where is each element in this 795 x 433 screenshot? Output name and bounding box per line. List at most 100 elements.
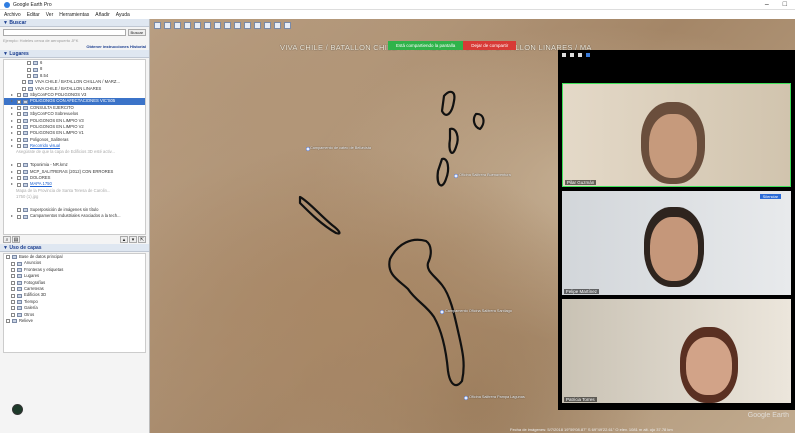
places-tree-item[interactable]: ▸ Campamentos Industriales Asociados a la… bbox=[4, 213, 145, 219]
places-tree-label: Campamentos Industriales Asociados a la … bbox=[30, 213, 121, 219]
checkbox[interactable] bbox=[17, 112, 21, 117]
video-toolbar bbox=[558, 50, 795, 60]
participant-name: Felipe Martínez bbox=[564, 289, 600, 294]
file-icon bbox=[33, 73, 38, 78]
checkbox[interactable] bbox=[11, 287, 15, 292]
menu-item[interactable]: Ver bbox=[46, 12, 54, 18]
map-view[interactable]: VIVA CHILE / BATALLON CHILLAN / MARZO VI… bbox=[150, 19, 795, 433]
checkbox[interactable] bbox=[11, 293, 15, 298]
expand-arrow-icon[interactable]: ▸ bbox=[11, 143, 15, 149]
checkbox[interactable] bbox=[11, 280, 15, 285]
checkbox[interactable] bbox=[17, 125, 21, 130]
checkbox[interactable] bbox=[22, 86, 26, 91]
places-panel-header[interactable]: ▼ Lugares bbox=[0, 50, 149, 58]
checkbox[interactable] bbox=[22, 80, 26, 85]
sharing-status: Está compartiendo la pantalla bbox=[388, 41, 464, 50]
places-tree-label: Asegúrate de que la capa de Edificios 3D… bbox=[16, 149, 115, 155]
minimize-button[interactable]: – bbox=[765, 0, 769, 10]
file-icon bbox=[23, 208, 28, 213]
minimize-video-icon[interactable] bbox=[562, 53, 566, 57]
layer-icon bbox=[12, 255, 17, 260]
checkbox[interactable] bbox=[11, 306, 15, 311]
view-options-icon[interactable] bbox=[586, 53, 590, 57]
gallery-view-icon[interactable] bbox=[570, 53, 574, 57]
down-arrow-icon[interactable]: ▾ bbox=[129, 236, 137, 243]
file-icon bbox=[33, 61, 38, 66]
pin-icon bbox=[28, 80, 33, 85]
checkbox[interactable] bbox=[17, 118, 21, 123]
checkbox[interactable] bbox=[17, 176, 21, 181]
expand-icon[interactable]: ⇱ bbox=[138, 236, 146, 243]
menu-item[interactable]: Añadir bbox=[95, 12, 109, 18]
checkbox[interactable] bbox=[11, 267, 15, 272]
folder-icon bbox=[23, 105, 28, 110]
search-input[interactable] bbox=[3, 29, 126, 36]
layer-icon bbox=[17, 261, 22, 266]
maximize-button[interactable]: □ bbox=[783, 0, 787, 10]
folder-icon bbox=[23, 131, 28, 136]
menu-item[interactable]: Archivo bbox=[4, 12, 21, 18]
search-links[interactable]: Obtener instrucciones Historial bbox=[0, 43, 149, 50]
folder-icon bbox=[23, 137, 28, 142]
layers-tree-item[interactable]: Relieve bbox=[4, 318, 145, 324]
participant-tile[interactable]: Pilar Guzmán bbox=[562, 83, 791, 187]
layers-tree-label: Relieve bbox=[19, 317, 33, 323]
layer-icon bbox=[17, 267, 22, 272]
checkbox[interactable] bbox=[17, 214, 21, 219]
layer-icon bbox=[17, 312, 22, 317]
layer-icon bbox=[17, 280, 22, 285]
place-label-4[interactable]: Oficina Salitrera Pampa Lagunas bbox=[469, 395, 525, 399]
checkbox[interactable] bbox=[11, 261, 15, 266]
folder-icon bbox=[23, 144, 28, 149]
places-tree[interactable]: 6 8 8.54 VIVA CHILE / BATALLON CHILLAN / MA… bbox=[3, 59, 146, 235]
checkbox[interactable] bbox=[27, 67, 31, 72]
menu-item[interactable]: Herramientas bbox=[59, 12, 89, 18]
menu-item[interactable]: Editar bbox=[27, 12, 40, 18]
stop-sharing-button[interactable]: Dejar de compartir bbox=[463, 41, 517, 50]
place-label-3[interactable]: Campamento Oficina Salitrera Santiago bbox=[445, 309, 512, 313]
expand-arrow-icon[interactable]: ▸ bbox=[11, 181, 15, 187]
checkbox[interactable] bbox=[11, 274, 15, 279]
checkbox[interactable] bbox=[17, 93, 21, 98]
navigation-button[interactable] bbox=[12, 404, 23, 415]
checkbox[interactable] bbox=[11, 312, 15, 317]
checkbox[interactable] bbox=[17, 169, 21, 174]
search-button[interactable]: Buscar bbox=[127, 29, 146, 36]
folder-icon bbox=[23, 169, 28, 174]
title-bar: Google Earth Pro – □ bbox=[0, 0, 795, 10]
place-marker-3 bbox=[439, 309, 445, 315]
layers-tree[interactable]: Base de datos principal Anuncios Fronteras… bbox=[3, 253, 146, 353]
layer-icon bbox=[12, 319, 17, 324]
checkbox[interactable] bbox=[17, 131, 21, 136]
search-places-icon[interactable]: ⌕ bbox=[3, 236, 11, 243]
polygon-mid bbox=[448, 127, 459, 155]
participant-tile[interactable]: Patricia Torres bbox=[562, 299, 791, 403]
place-label-1[interactable]: Campamento de cateo de Bellavista bbox=[310, 146, 371, 150]
up-arrow-icon[interactable]: ▴ bbox=[120, 236, 128, 243]
checkbox[interactable] bbox=[17, 208, 21, 213]
folder-icon bbox=[23, 176, 28, 181]
participant-tile[interactable]: Silenciar Felipe Martínez bbox=[562, 191, 791, 295]
checkbox[interactable] bbox=[17, 137, 21, 142]
checkbox[interactable] bbox=[6, 255, 10, 260]
checkbox[interactable] bbox=[27, 73, 31, 78]
checkbox[interactable] bbox=[27, 61, 31, 66]
window-title: Google Earth Pro bbox=[13, 1, 52, 8]
checkbox[interactable] bbox=[17, 99, 21, 104]
checkbox[interactable] bbox=[17, 182, 21, 187]
speaker-view-icon[interactable] bbox=[578, 53, 582, 57]
layers-panel-header[interactable]: ▼ Uso de capas bbox=[0, 244, 149, 252]
place-label-2[interactable]: Oficina Salitrera Buenaventura bbox=[459, 173, 511, 177]
checkbox[interactable] bbox=[17, 163, 21, 168]
checkbox[interactable] bbox=[17, 144, 21, 149]
list-view-icon[interactable]: ▤ bbox=[12, 236, 20, 243]
checkbox[interactable] bbox=[6, 319, 10, 324]
expand-arrow-icon[interactable]: ▸ bbox=[11, 213, 15, 219]
checkbox[interactable] bbox=[11, 299, 15, 304]
checkbox[interactable] bbox=[17, 105, 21, 110]
menu-item[interactable]: Ayuda bbox=[116, 12, 130, 18]
menu-bar: Archivo Editar Ver Herramientas Añadir Ayuda bbox=[0, 10, 795, 19]
folder-icon bbox=[23, 125, 28, 130]
mute-chip[interactable]: Silenciar bbox=[759, 194, 781, 199]
search-panel-header[interactable]: ▼ Buscar bbox=[0, 19, 149, 27]
